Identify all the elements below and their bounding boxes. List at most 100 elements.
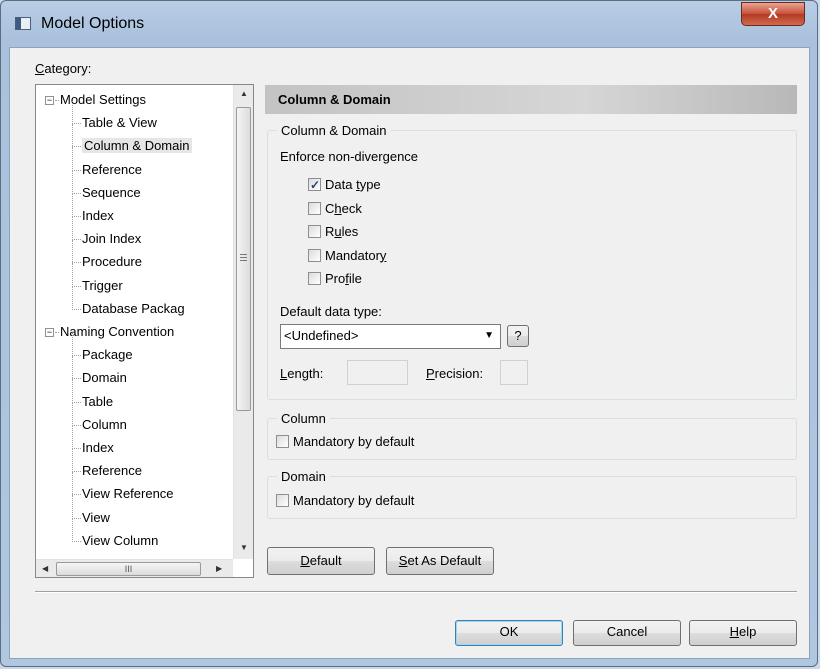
tree-item-label: Trigger [82, 277, 123, 293]
checkbox-box[interactable] [276, 494, 289, 507]
checkbox-box[interactable] [308, 201, 321, 215]
tree-item-label: Join Index [82, 231, 142, 247]
tree-item[interactable]: Column & Domain [82, 136, 192, 156]
tree-item[interactable]: Procedure [82, 252, 142, 272]
tree-item-label: Package [82, 347, 133, 363]
checkbox-box[interactable] [308, 248, 321, 262]
tree-item-label: Index [82, 440, 114, 455]
tree-item[interactable]: Table & View [82, 113, 157, 133]
tree-item-label: Domain [82, 370, 127, 386]
checkbox-label-part: les [341, 224, 359, 239]
precision-field[interactable] [500, 360, 528, 385]
tree-item[interactable]: Naming Convention [60, 322, 174, 342]
tree-expander-icon[interactable]: − [45, 328, 54, 337]
tree-item[interactable]: View Column [82, 531, 158, 551]
tree-item-label: Index [82, 208, 114, 223]
tree-item-label: View Reference [82, 486, 174, 502]
tree-item[interactable]: View Reference [82, 484, 174, 504]
enforce-checkbox[interactable]: Check [308, 200, 362, 218]
tree-item[interactable]: Reference [82, 160, 142, 180]
default-data-type-select[interactable]: <Undefined> ▼ [280, 324, 501, 349]
enforce-checkbox[interactable]: Mandatory [308, 247, 386, 265]
set-as-default-button[interactable]: Set As Default [386, 547, 494, 575]
default-button[interactable]: Default [267, 547, 375, 575]
tree-item[interactable]: Column [82, 415, 127, 435]
cancel-button[interactable]: Cancel [573, 620, 681, 646]
checkbox-box[interactable] [276, 435, 289, 448]
tree-item[interactable]: Database Packag [82, 299, 185, 319]
checkbox-label-part: Mandator [325, 247, 380, 263]
domain-mandatory-checkbox[interactable]: Mandatory by default [276, 492, 414, 510]
tree-item-label: Column & Domain [82, 138, 192, 154]
category-label: Category: [35, 61, 92, 76]
domain-group-title: Domain [277, 469, 330, 484]
tree-item[interactable]: Index [82, 438, 114, 458]
ok-button[interactable]: OK [455, 620, 563, 646]
dialog-window: Model Options X Category: − Model Setting… [0, 0, 818, 667]
tree-item[interactable]: Package [82, 345, 133, 365]
tree-item-label: Naming Convention [60, 324, 175, 339]
tree-item-label: Column [82, 416, 127, 432]
checkbox-label-part: Data [325, 177, 357, 192]
panel-header: Column & Domain [265, 85, 797, 114]
tree-item-label: Table & View [82, 115, 157, 131]
length-field[interactable] [347, 360, 408, 385]
enforce-checkbox[interactable]: Profile [308, 270, 362, 288]
checkbox-label-part: u [334, 224, 342, 239]
dialog-client-area: Category: − Model Settings Table & View Col… [9, 47, 810, 659]
scroll-right-arrow-icon[interactable]: ▶ [216, 564, 222, 573]
checkbox-label-part: R [325, 224, 335, 239]
scroll-left-arrow-icon[interactable]: ◀ [42, 564, 48, 573]
tree-horizontal-scrollbar[interactable]: ◀ III ▶ [36, 559, 233, 577]
column-group-title: Column [277, 411, 330, 426]
window-app-icon [15, 17, 31, 30]
tree-item[interactable]: Domain [82, 368, 127, 388]
column-mandatory-checkbox[interactable]: Mandatory by default [276, 433, 414, 451]
separator [35, 591, 797, 593]
tree-item[interactable]: Join Index [82, 229, 141, 249]
title-bar[interactable]: Model Options X [1, 1, 819, 47]
tree-item[interactable]: View [82, 508, 110, 528]
scroll-up-arrow-icon[interactable]: ▲ [240, 89, 248, 98]
tree-item-label: Table [82, 393, 114, 409]
tree-expander-icon[interactable]: − [45, 96, 54, 105]
checkbox-label-part: y [379, 247, 387, 263]
checkbox-label-part: Pro [325, 271, 346, 286]
tree-item[interactable]: Table [82, 392, 113, 412]
column-domain-group-title: Column & Domain [277, 123, 391, 138]
scroll-down-arrow-icon[interactable]: ▼ [240, 543, 248, 552]
checkmark-icon: ✓ [310, 178, 321, 192]
checkbox-box[interactable]: ✓ [308, 178, 321, 192]
checkbox-label-part: h [334, 200, 342, 216]
close-button[interactable]: X [741, 2, 805, 26]
tree-vertical-scrollbar[interactable]: ▲ ▼ [233, 85, 253, 559]
checkbox-label: Mandatory by default [293, 493, 415, 508]
checkbox-box[interactable] [308, 272, 321, 285]
checkbox-label: Mandatory by default [293, 434, 415, 449]
tree-item[interactable]: Trigger [82, 276, 123, 296]
chevron-down-icon: ▼ [484, 330, 494, 341]
tree-item[interactable]: Index [82, 206, 114, 226]
checkbox-label-part: ile [348, 271, 362, 286]
tree-item[interactable]: Sequence [82, 183, 141, 203]
tree-item[interactable]: Reference [82, 461, 142, 481]
category-tree[interactable]: − Model Settings Table & View Column & Doma… [35, 84, 254, 578]
tree-item-label: View [82, 509, 110, 525]
tree-item-label: Database Packag [82, 300, 185, 316]
checkbox-box[interactable] [308, 225, 321, 238]
default-data-type-label: Default data type: [280, 304, 382, 319]
tree-item-label: Sequence [82, 184, 141, 200]
tree-item-label: View Column [82, 532, 159, 548]
tree-horizontal-scroll-thumb[interactable]: III [56, 562, 201, 576]
enforce-checkbox[interactable]: Rules [308, 223, 358, 241]
precision-label: Precision: [426, 366, 484, 381]
tree-item-label: Procedure [82, 254, 142, 270]
tree-vertical-scroll-thumb[interactable] [236, 107, 251, 411]
default-data-type-value: <Undefined> [284, 328, 359, 343]
tree-item-label: Reference [82, 463, 142, 479]
data-type-help-button[interactable]: ? [507, 325, 529, 347]
enforce-checkbox[interactable]: ✓ Data type [308, 176, 381, 194]
enforce-label: Enforce non-divergence [280, 149, 419, 164]
checkbox-label-part: ype [359, 177, 381, 192]
help-button[interactable]: Help [689, 620, 797, 646]
